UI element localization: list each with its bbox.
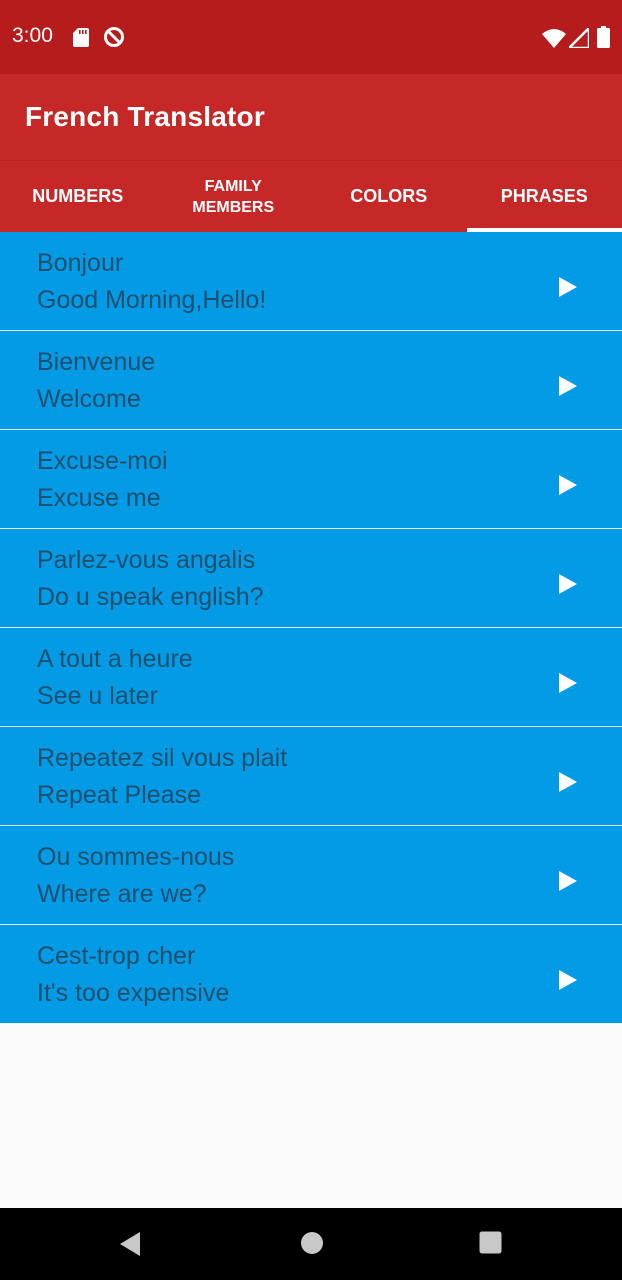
english-translation: Good Morning,Hello!	[37, 286, 267, 314]
english-translation: Repeat Please	[37, 781, 202, 809]
phrase-list: Bonjour Good Morning,Hello! Bienvenue We…	[0, 232, 622, 1024]
list-item[interactable]: Excuse-moi Excuse me	[0, 430, 622, 529]
list-item[interactable]: Ou sommes-nous Where are we?	[0, 826, 622, 925]
english-translation: Welcome	[37, 385, 141, 413]
french-phrase: Ou sommes-nous	[37, 843, 235, 871]
english-translation: Where are we?	[37, 880, 207, 908]
play-icon[interactable]	[558, 276, 578, 298]
recents-icon[interactable]	[479, 1231, 502, 1254]
wifi-icon	[542, 29, 566, 48]
tab-family-members-label: FAMILY MEMBERS	[192, 177, 275, 216]
english-translation: See u later	[37, 682, 158, 710]
play-icon[interactable]	[558, 375, 578, 397]
status-time: 3:00	[12, 24, 53, 47]
play-icon[interactable]	[558, 474, 578, 496]
back-icon[interactable]	[118, 1231, 142, 1257]
play-icon[interactable]	[558, 672, 578, 694]
french-phrase: Cest-trop cher	[37, 942, 196, 970]
tab-bar: NUMBERS FAMILY MEMBERS COLORS PHRASES	[0, 160, 622, 232]
play-icon[interactable]	[558, 969, 578, 991]
play-icon[interactable]	[558, 870, 578, 892]
signal-icon	[569, 28, 589, 48]
data-saver-icon	[104, 27, 124, 47]
french-phrase: Repeatez sil vous plait	[37, 744, 288, 772]
french-phrase: Parlez-vous angalis	[37, 546, 256, 574]
list-item[interactable]: Repeatez sil vous plait Repeat Please	[0, 727, 622, 826]
english-translation: It's too expensive	[37, 979, 230, 1007]
list-item[interactable]: Bienvenue Welcome	[0, 331, 622, 430]
tab-phrases[interactable]: PHRASES	[467, 161, 622, 232]
play-icon[interactable]	[558, 573, 578, 595]
app-bar: French Translator	[0, 74, 622, 160]
home-icon[interactable]	[300, 1231, 324, 1255]
french-phrase: Excuse-moi	[37, 447, 168, 475]
status-bar: 3:00	[0, 0, 622, 74]
english-translation: Do u speak english?	[37, 583, 264, 611]
list-item[interactable]: Cest-trop cher It's too expensive	[0, 925, 622, 1024]
system-nav-bar	[0, 1208, 622, 1280]
list-item[interactable]: Parlez-vous angalis Do u speak english?	[0, 529, 622, 628]
app-title: French Translator	[25, 101, 265, 132]
english-translation: Excuse me	[37, 484, 161, 512]
list-item[interactable]: A tout a heure See u later	[0, 628, 622, 727]
tab-family-members[interactable]: FAMILY MEMBERS	[156, 161, 312, 232]
tab-numbers[interactable]: NUMBERS	[0, 161, 156, 232]
battery-icon	[597, 26, 610, 48]
french-phrase: Bienvenue	[37, 348, 156, 376]
french-phrase: Bonjour	[37, 249, 124, 277]
play-icon[interactable]	[558, 771, 578, 793]
tab-colors[interactable]: COLORS	[311, 161, 467, 232]
sd-card-icon	[73, 28, 89, 47]
list-item[interactable]: Bonjour Good Morning,Hello!	[0, 232, 622, 331]
french-phrase: A tout a heure	[37, 645, 193, 673]
